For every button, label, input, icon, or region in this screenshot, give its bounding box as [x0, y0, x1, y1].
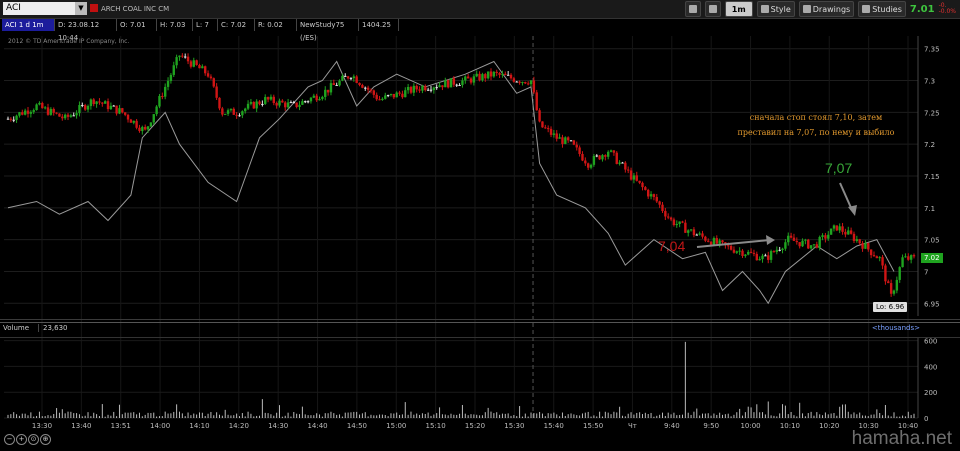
annotation-note: сначала стоп стоял 7,10, затем преставил… — [737, 113, 895, 137]
chart-window: ACI ▼ ARCH COAL INC CM 1m Style Drawings… — [0, 0, 960, 451]
time-tick-label: 14:10 — [189, 422, 209, 430]
time-tick-label: 14:40 — [307, 422, 327, 430]
time-tick-label: 9:50 — [703, 422, 719, 430]
volume-value: 23,630 — [38, 324, 68, 332]
volume-tick-label: 0 — [924, 415, 928, 423]
zoom-reset-icon[interactable]: ⊕ — [40, 434, 51, 445]
watermark: hamaha.net — [851, 428, 952, 449]
zoom-fit-icon[interactable]: ⊙ — [28, 434, 39, 445]
time-tick-label: 15:10 — [426, 422, 446, 430]
current-price-tag: 7.02 — [921, 253, 943, 263]
entry-level-label: 7,04 — [658, 238, 686, 254]
volume-label: Volume — [3, 324, 30, 332]
time-tick-label: 15:40 — [544, 422, 564, 430]
time-tick-label: 9:40 — [664, 422, 680, 430]
time-tick-label: 10:10 — [780, 422, 800, 430]
zoom-in-icon[interactable]: + — [16, 434, 27, 445]
time-tick-label: 15:20 — [465, 422, 485, 430]
volume-tick-label: 600 — [924, 338, 937, 346]
time-tick-label: 10:20 — [819, 422, 839, 430]
time-tick-label: 14:00 — [150, 422, 170, 430]
volume-tick-label: 400 — [924, 363, 937, 371]
volume-units: <thousands> — [871, 324, 920, 332]
time-tick-label: 10:00 — [740, 422, 760, 430]
zoom-out-icon[interactable]: − — [4, 434, 15, 445]
time-tick-label: 15:50 — [583, 422, 603, 430]
stop-level-label: 7,07 — [825, 160, 853, 176]
copyright-text: 2012 © TD Ameritrade IP Company, Inc. — [8, 38, 130, 45]
time-tick-label: 15:30 — [504, 422, 524, 430]
volume-tick-label: 200 — [924, 389, 937, 397]
low-bubble: Lo: 6.96 — [873, 302, 908, 312]
volume-header: Volume 23,630 <thousands> — [0, 322, 960, 338]
time-tick-label: 14:20 — [229, 422, 249, 430]
time-tick-label: 13:30 — [32, 422, 52, 430]
time-tick-label: 14:30 — [268, 422, 288, 430]
time-tick-label: 15:00 — [386, 422, 406, 430]
price-panel — [0, 32, 960, 320]
time-tick-label: 14:50 — [347, 422, 367, 430]
time-tick-label: 13:40 — [71, 422, 91, 430]
time-tick-label: 13:51 — [111, 422, 131, 430]
time-tick-label: Чт — [628, 422, 637, 430]
